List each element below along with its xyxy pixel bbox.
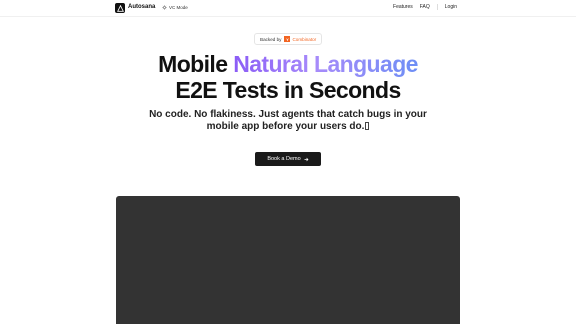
sun-icon bbox=[162, 5, 167, 10]
nav-divider bbox=[436, 4, 438, 10]
nav-link-login[interactable]: Login bbox=[445, 4, 457, 10]
badge-name: Combinator bbox=[292, 36, 317, 42]
vc-mode-label: VC Mode bbox=[169, 5, 188, 10]
backed-by-badge: Backed by Y Combinator bbox=[254, 33, 323, 45]
nav-link-features[interactable]: Features bbox=[393, 4, 413, 10]
vc-mode-toggle[interactable]: VC Mode bbox=[162, 5, 188, 10]
text-cursor bbox=[365, 122, 370, 130]
hero-title-line-1: Mobile Natural Language bbox=[0, 51, 576, 78]
hero-subtitle: No code. No flakiness. Just agents that … bbox=[140, 109, 436, 133]
autosana-logo-icon[interactable] bbox=[115, 3, 125, 13]
badge-prefix: Backed by bbox=[260, 36, 282, 42]
nav-link-faq[interactable]: FAQ bbox=[420, 4, 430, 10]
top-nav: Autosana VC Mode Features FAQ Login bbox=[0, 0, 576, 17]
brand-name[interactable]: Autosana bbox=[128, 4, 155, 10]
book-demo-button[interactable]: Book a Demo bbox=[255, 152, 321, 166]
hero-title-word: Mobile bbox=[158, 51, 228, 77]
y-combinator-logo-icon: Y bbox=[284, 36, 291, 42]
demo-video-panel[interactable] bbox=[116, 196, 460, 324]
book-demo-label: Book a Demo bbox=[267, 156, 301, 162]
nav-links: Features FAQ Login bbox=[386, 4, 457, 10]
hero-title-line-2: E2E Tests in Seconds bbox=[175, 77, 401, 103]
hero-subtitle-text: No code. No flakiness. Just agents that … bbox=[149, 109, 427, 132]
hero-title-highlight: Natural Language bbox=[233, 51, 418, 77]
arrow-right-icon bbox=[304, 157, 309, 161]
